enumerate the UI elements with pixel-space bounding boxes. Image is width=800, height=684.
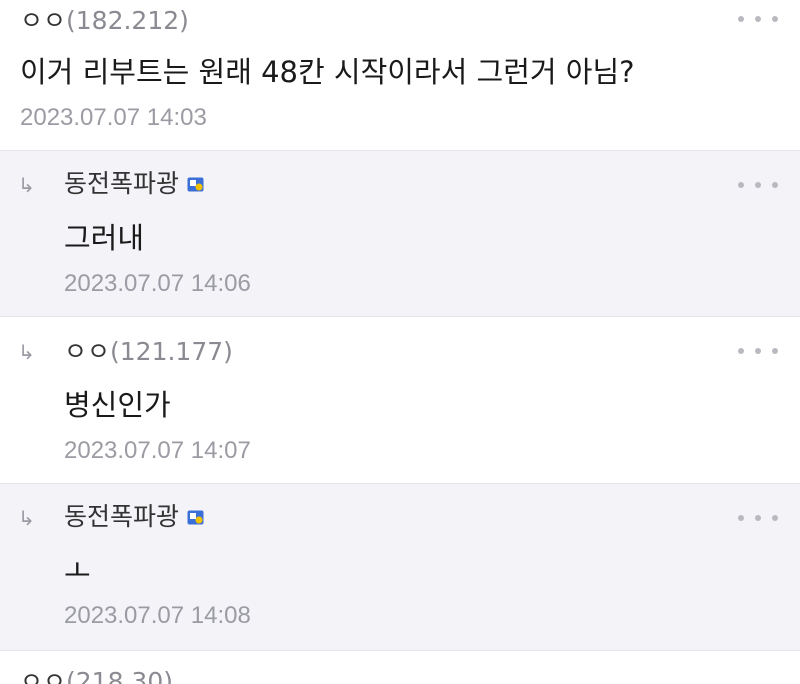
more-options-button[interactable] xyxy=(738,175,778,195)
author-ip: (121.177) xyxy=(110,337,233,366)
comment-timestamp: 2023.07.07 14:07 xyxy=(64,437,251,464)
author-ip: (218.30) xyxy=(66,667,173,684)
more-dots-icon xyxy=(738,16,744,22)
gallog-badge-icon xyxy=(187,510,204,525)
reply-arrow-icon: ↳ xyxy=(18,173,35,197)
author-name: ㅇㅇ xyxy=(20,667,67,684)
comment-author[interactable]: 동전폭파광 xyxy=(64,504,204,529)
reply-item: ↳ ㅇㅇ (121.177) 병신인가 2023.07.07 14:07 xyxy=(0,317,800,483)
more-dots-icon xyxy=(738,515,744,521)
author-name: ㅇㅇ xyxy=(64,337,111,366)
comment-timestamp: 2023.07.07 14:06 xyxy=(64,270,251,297)
comment-timestamp: 2023.07.07 14:03 xyxy=(20,104,207,131)
more-dots-icon xyxy=(738,182,744,188)
comment-item: ㅇㅇ (182.212) 이거 리부트는 원래 48칸 시작이라서 그런거 아님?… xyxy=(0,0,800,150)
comment-text: 이거 리부트는 원래 48칸 시작이라서 그런거 아님? xyxy=(20,55,635,89)
reply-arrow-icon: ↳ xyxy=(18,506,35,530)
reply-item: ↳ 동전폭파광 ㅗ 2023.07.07 14:08 xyxy=(0,484,800,650)
author-name: 동전폭파광 xyxy=(64,169,180,198)
comment-text: ㅗ xyxy=(64,554,91,588)
more-options-button[interactable] xyxy=(738,508,778,528)
more-options-button[interactable] xyxy=(738,341,778,361)
comment-text: 병신인가 xyxy=(64,388,171,422)
comment-item: ㅇㅇ (218.30) xyxy=(0,651,800,684)
comment-author[interactable]: ㅇㅇ (182.212) xyxy=(20,8,189,33)
more-options-button[interactable] xyxy=(738,9,778,29)
comment-author[interactable]: 동전폭파광 xyxy=(64,171,204,196)
gallog-badge-icon xyxy=(187,177,204,192)
reply-arrow-icon: ↳ xyxy=(18,340,35,364)
more-dots-icon xyxy=(738,348,744,354)
author-name: ㅇㅇ xyxy=(20,6,67,35)
author-name: 동전폭파광 xyxy=(64,502,180,531)
comment-author[interactable]: ㅇㅇ (218.30) xyxy=(20,669,173,684)
comment-author[interactable]: ㅇㅇ (121.177) xyxy=(64,339,233,364)
reply-item: ↳ 동전폭파광 그러내 2023.07.07 14:06 xyxy=(0,151,800,316)
comment-timestamp: 2023.07.07 14:08 xyxy=(64,602,251,629)
comment-text: 그러내 xyxy=(64,221,145,255)
author-ip: (182.212) xyxy=(66,6,189,35)
